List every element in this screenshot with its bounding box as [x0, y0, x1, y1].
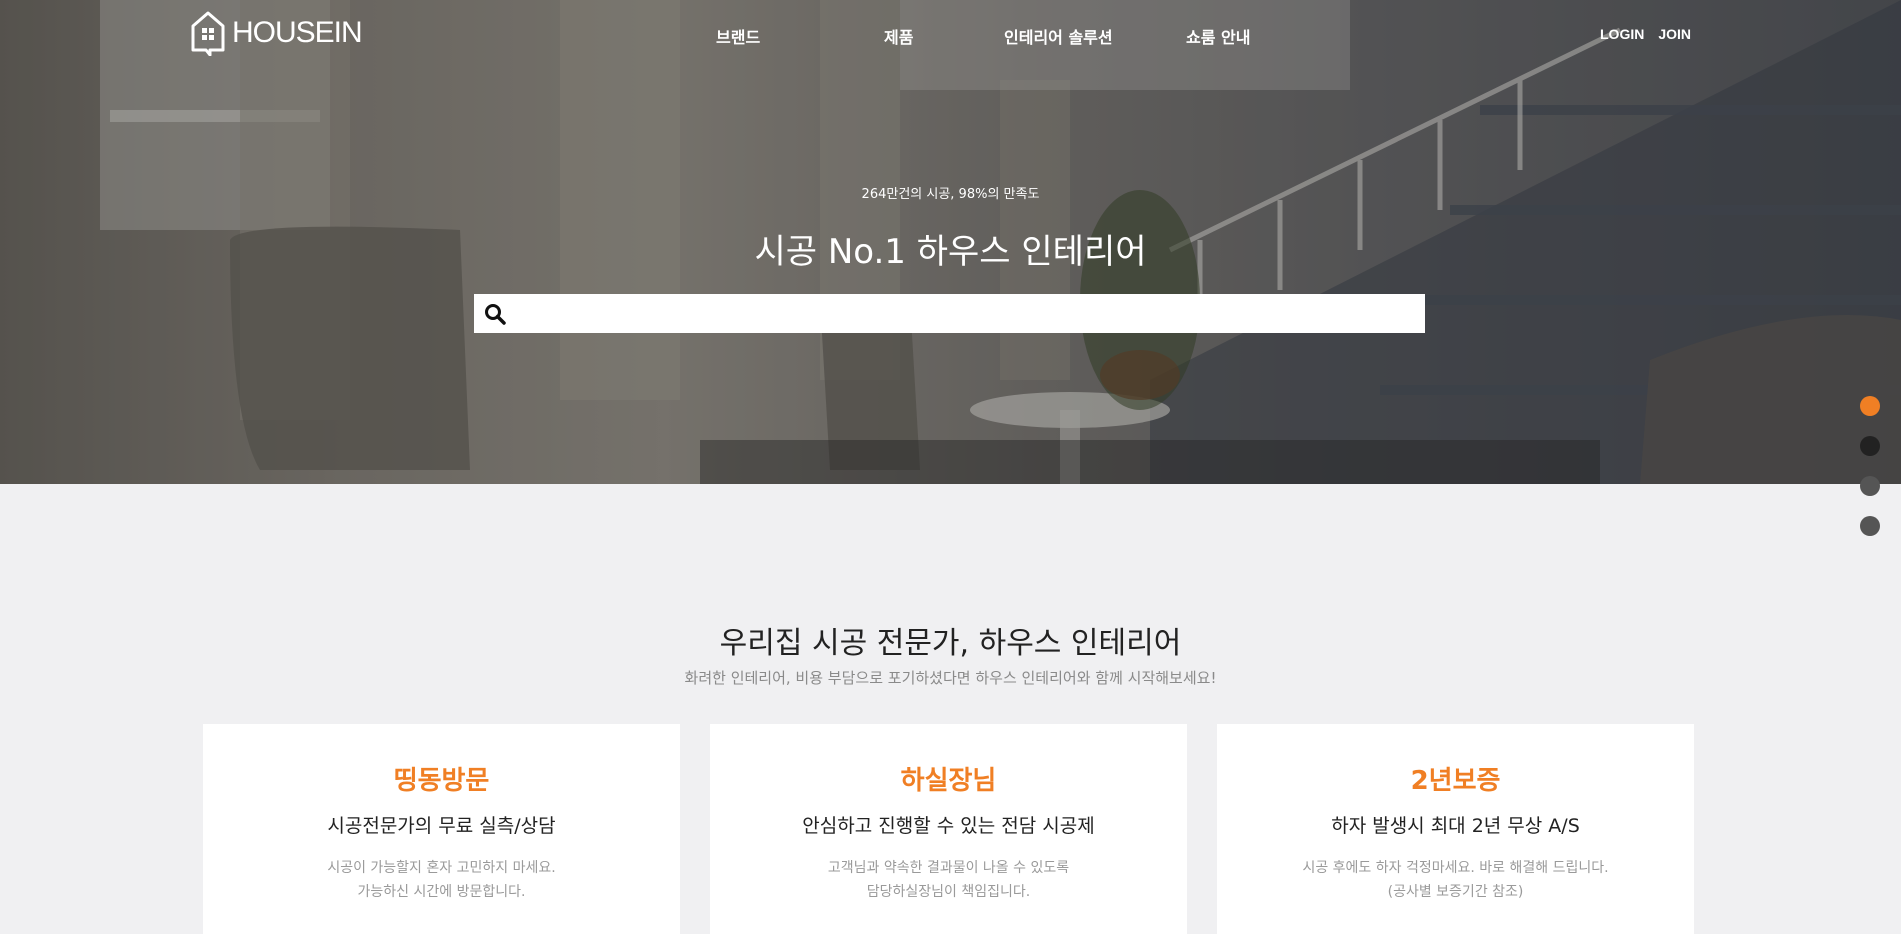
nav-item-brand[interactable]: 브랜드 — [716, 24, 760, 48]
card-description: 시공이 가능할지 혼자 고민하지 마세요. 가능하신 시간에 방문합니다. — [203, 856, 680, 904]
login-link[interactable]: LOGIN — [1600, 26, 1644, 42]
card-title: 하실장님 — [900, 766, 997, 796]
section-title: 우리집 시공 전문가, 하우스 인테리어 — [719, 626, 1182, 661]
slider-dot[interactable] — [1860, 476, 1880, 496]
card-desc-line: (공사별 보증기간 참조) — [1387, 884, 1524, 900]
card-desc-line: 시공 후에도 하자 걱정마세요. 바로 해결해 드립니다. — [1302, 860, 1609, 876]
section-subtitle: 화려한 인테리어, 비용 부담으로 포기하셨다면 하우스 인테리어와 함께 시작… — [684, 669, 1217, 687]
card-title: 2년보증 — [1410, 766, 1501, 796]
card-desc-line: 가능하신 시간에 방문합니다. — [357, 884, 526, 900]
card-subtitle: 안심하고 진행할 수 있는 전담 시공제 — [802, 815, 1095, 837]
card-desc-line: 고객님과 약속한 결과물이 나올 수 있도록 — [827, 860, 1070, 876]
join-link[interactable]: JOIN — [1658, 26, 1691, 42]
hero-title: 시공 No.1 하우스 인테리어 — [754, 232, 1147, 272]
card-description: 고객님과 약속한 결과물이 나올 수 있도록 담당하실장님이 책임집니다. — [710, 856, 1187, 904]
card-desc-line: 담당하실장님이 책임집니다. — [866, 884, 1031, 900]
search-icon[interactable] — [484, 303, 506, 325]
slider-dot[interactable] — [1860, 396, 1880, 416]
slider-dot[interactable] — [1860, 516, 1880, 536]
slider-pagination — [1860, 396, 1880, 536]
auth-links: LOGIN JOIN — [1600, 26, 1691, 42]
hero-subtitle: 264만건의 시공, 98%의 만족도 — [861, 187, 1040, 202]
nav-item-interior-solution[interactable]: 인테리어 솔루션 — [1004, 24, 1113, 48]
card-desc-line: 시공이 가능할지 혼자 고민하지 마세요. — [327, 860, 556, 876]
feature-card-warranty: 2년보증 하자 발생시 최대 2년 무상 A/S 시공 후에도 하자 걱정마세요… — [1217, 724, 1694, 934]
card-description: 시공 후에도 하자 걱정마세요. 바로 해결해 드립니다. (공사별 보증기간 … — [1217, 856, 1694, 904]
feature-card-visit: 띵동방문 시공전문가의 무료 실측/상담 시공이 가능할지 혼자 고민하지 마세… — [203, 724, 680, 934]
feature-card-manager: 하실장님 안심하고 진행할 수 있는 전담 시공제 고객님과 약속한 결과물이 … — [710, 724, 1187, 934]
card-subtitle: 하자 발생시 최대 2년 무상 A/S — [1331, 815, 1580, 837]
nav-item-showroom[interactable]: 쇼룸 안내 — [1186, 24, 1250, 48]
card-subtitle: 시공전문가의 무료 실측/상담 — [327, 815, 556, 837]
card-title: 띵동방문 — [393, 766, 490, 796]
nav-item-products[interactable]: 제품 — [884, 24, 913, 48]
search-bar[interactable] — [474, 294, 1425, 333]
hero-banner: HOUSEIN 브랜드 제품 인테리어 솔루션 쇼룸 안내 LOGIN JOIN… — [0, 0, 1901, 484]
search-input[interactable] — [514, 294, 1425, 333]
slider-dot[interactable] — [1860, 436, 1880, 456]
